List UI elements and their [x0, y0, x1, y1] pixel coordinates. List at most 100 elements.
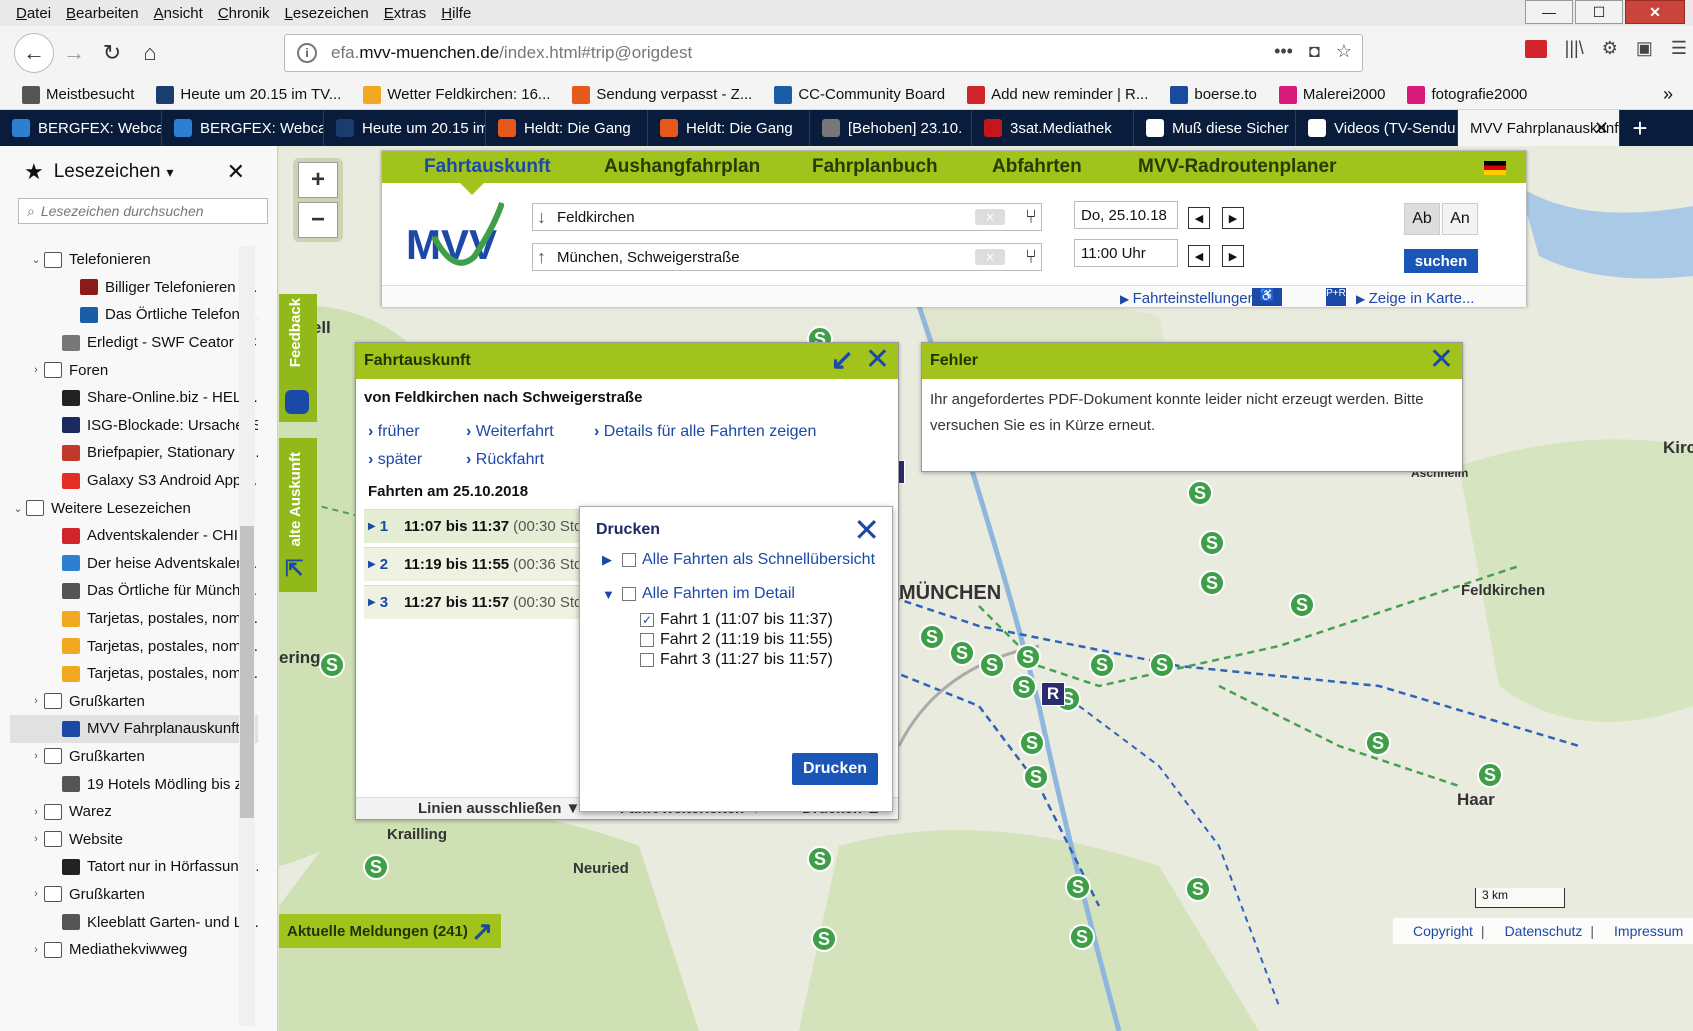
- menu-lesezeichen[interactable]: Lesezeichen: [279, 5, 378, 22]
- browser-tab[interactable]: Heute um 20.15 im: [324, 110, 486, 146]
- chevron-right-icon[interactable]: ›: [28, 364, 44, 376]
- bookmark-folder[interactable]: › Warez: [10, 798, 258, 826]
- bookmark-folder[interactable]: › Mediathekviwweg: [10, 936, 258, 964]
- date-prev-button[interactable]: ◀: [1188, 207, 1210, 229]
- zoom-in-button[interactable]: +: [298, 162, 338, 198]
- bookmark-item[interactable]: Share-Online.biz - HELP...: [10, 384, 258, 412]
- close-error-icon[interactable]: ✕: [1429, 345, 1454, 375]
- checkbox-unchecked[interactable]: [640, 653, 654, 667]
- close-panel-icon[interactable]: ✕: [865, 345, 890, 375]
- chevron-right-icon[interactable]: ›: [28, 944, 44, 956]
- copyright-link[interactable]: Copyright: [1413, 923, 1473, 939]
- bookmark-folder[interactable]: ⌄ Telefonieren: [10, 246, 258, 274]
- clear-origin-icon[interactable]: ✕: [975, 209, 1005, 225]
- bookmark-item[interactable]: ISG-Blockade: Ursache, S...: [10, 412, 258, 440]
- time-input[interactable]: 11:00 Uhr: [1074, 239, 1178, 267]
- s-bahn-icon[interactable]: S: [1069, 924, 1095, 950]
- home-button[interactable]: ⌂: [132, 35, 168, 71]
- bookmark-item[interactable]: MVV Fahrplanauskunft: [10, 715, 258, 743]
- trip-settings-link[interactable]: Fahrteinstellungen: [1120, 290, 1256, 307]
- print-trip-option[interactable]: Fahrt 2 (11:19 bis 11:55): [640, 631, 833, 649]
- s-bahn-icon[interactable]: S: [1023, 764, 1049, 790]
- destination-input[interactable]: ↑ München, Schweigerstraße ✕ ⑂: [532, 243, 1042, 271]
- bookmark-item[interactable]: Das Örtliche Telefonb...: [10, 301, 258, 329]
- nav-fahrtauskunft[interactable]: Fahrtauskunft: [424, 156, 551, 178]
- tab-active[interactable]: MVV Fahrplanauskunft ✕: [1458, 110, 1620, 146]
- bookmark-search-input[interactable]: ⌕ Lesezeichen durchsuchen: [18, 198, 268, 224]
- bookmarks-overflow-icon[interactable]: »: [1663, 84, 1673, 105]
- s-bahn-icon[interactable]: S: [807, 846, 833, 872]
- checkbox-detail[interactable]: [622, 587, 636, 601]
- close-window-button[interactable]: ✕: [1625, 0, 1685, 24]
- s-bahn-icon[interactable]: S: [811, 926, 837, 952]
- s-bahn-icon[interactable]: S: [949, 640, 975, 666]
- bookmark-toolbar-item[interactable]: CC-Community Board: [774, 85, 945, 104]
- menu-bearbeiten[interactable]: Bearbeiten: [60, 5, 148, 22]
- map-area[interactable]: MÜNCHEN Feldkirchen Haar Neuried Krailli…: [279, 146, 1693, 1031]
- privacy-link[interactable]: Datenschutz: [1505, 923, 1583, 939]
- s-bahn-icon[interactable]: S: [1015, 644, 1041, 670]
- bookmark-item[interactable]: Das Örtliche für Münche...: [10, 577, 258, 605]
- browser-tab[interactable]: BERGFEX: Webcam: [0, 110, 162, 146]
- details-all-link[interactable]: Details für alle Fahrten zeigen: [594, 423, 817, 441]
- time-next-button[interactable]: ▶: [1222, 245, 1244, 267]
- chevron-right-icon[interactable]: ›: [28, 750, 44, 762]
- s-bahn-icon[interactable]: S: [363, 854, 389, 880]
- route-options-icon[interactable]: ⑂: [1025, 206, 1037, 229]
- bookmark-item[interactable]: Tatort nur in Hörfassung ...: [10, 853, 258, 881]
- imprint-link[interactable]: Impressum: [1614, 923, 1683, 939]
- s-bahn-icon[interactable]: S: [1365, 730, 1391, 756]
- s-bahn-icon[interactable]: S: [979, 652, 1005, 678]
- news-bar[interactable]: Aktuelle Meldungen (241) ↗: [279, 914, 501, 948]
- bookmark-toolbar-item[interactable]: Heute um 20.15 im TV...: [156, 85, 341, 104]
- menu-chronik[interactable]: Chronik: [212, 5, 279, 22]
- bookmark-item[interactable]: Galaxy S3 Android Apps ...: [10, 467, 258, 495]
- later-link[interactable]: später: [368, 451, 422, 469]
- chevron-down-icon[interactable]: ▾: [166, 164, 173, 181]
- s-bahn-icon[interactable]: S: [1149, 652, 1175, 678]
- time-prev-button[interactable]: ◀: [1188, 245, 1210, 267]
- bookmark-item[interactable]: Der heise Adventskalend...: [10, 550, 258, 578]
- expand-right-icon[interactable]: ▶: [602, 552, 622, 568]
- sidebar-scrollbar[interactable]: [239, 246, 255, 1026]
- route-options-icon[interactable]: ⑂: [1025, 246, 1037, 269]
- bookmark-folder[interactable]: › Grußkarten: [10, 688, 258, 716]
- bookmark-toolbar-item[interactable]: Add new reminder | R...: [967, 85, 1148, 104]
- reload-button[interactable]: ↻: [94, 35, 130, 71]
- expand-right-icon[interactable]: ▶: [368, 559, 376, 570]
- nav-fahrplanbuch[interactable]: Fahrplanbuch: [812, 156, 938, 178]
- extension-icon[interactable]: [1524, 39, 1547, 58]
- back-button[interactable]: ←: [14, 33, 54, 73]
- page-actions-icon[interactable]: •••: [1274, 41, 1293, 62]
- print-trip-option[interactable]: ✓ Fahrt 1 (11:07 bis 11:37): [640, 611, 833, 629]
- chevron-down-icon[interactable]: ⌄: [28, 253, 44, 266]
- menu-datei[interactable]: Datei: [10, 5, 60, 22]
- print-option-quick[interactable]: ▶ Alle Fahrten als Schnellübersicht: [602, 551, 875, 569]
- bookmark-toolbar-item[interactable]: Malerei2000: [1278, 85, 1385, 104]
- german-flag-icon[interactable]: [1484, 161, 1506, 175]
- print-close-icon[interactable]: ✕: [853, 511, 880, 549]
- s-bahn-icon[interactable]: S: [1089, 652, 1115, 678]
- date-input[interactable]: Do, 25.10.18: [1074, 201, 1178, 229]
- bookmark-item[interactable]: Billiger Telefonieren A...: [10, 274, 258, 302]
- date-next-button[interactable]: ▶: [1222, 207, 1244, 229]
- browser-tab[interactable]: Videos (TV-Sendu: [1296, 110, 1458, 146]
- bookmark-item[interactable]: Briefpapier, Stationary u...: [10, 439, 258, 467]
- menu-ansicht[interactable]: Ansicht: [148, 5, 212, 22]
- bookmark-toolbar-item[interactable]: boerse.to: [1170, 85, 1257, 104]
- library-icon[interactable]: |||\: [1565, 38, 1584, 59]
- bookmark-item[interactable]: Tarjetas, postales, nomb...: [10, 605, 258, 633]
- minimize-button[interactable]: —: [1525, 0, 1573, 24]
- menu-hilfe[interactable]: Hilfe: [435, 5, 480, 22]
- info-icon[interactable]: i: [297, 43, 317, 63]
- bookmark-item[interactable]: Tarjetas, postales, nomb...: [10, 660, 258, 688]
- checkbox-unchecked[interactable]: [640, 633, 654, 647]
- s-bahn-icon[interactable]: S: [1199, 570, 1225, 596]
- origin-input[interactable]: ↓ Feldkirchen ✕ ⑂: [532, 203, 1042, 231]
- nav-aushangfahrplan[interactable]: Aushangfahrplan: [604, 156, 760, 178]
- chevron-right-icon[interactable]: ›: [28, 888, 44, 900]
- print-trip-option[interactable]: Fahrt 3 (11:27 bis 11:57): [640, 651, 833, 669]
- alte-auskunft-tab[interactable]: alte Auskunft ⇱: [279, 438, 317, 592]
- pocket-icon[interactable]: ◘: [1309, 41, 1320, 62]
- tab-close-icon[interactable]: ✕: [1594, 118, 1609, 139]
